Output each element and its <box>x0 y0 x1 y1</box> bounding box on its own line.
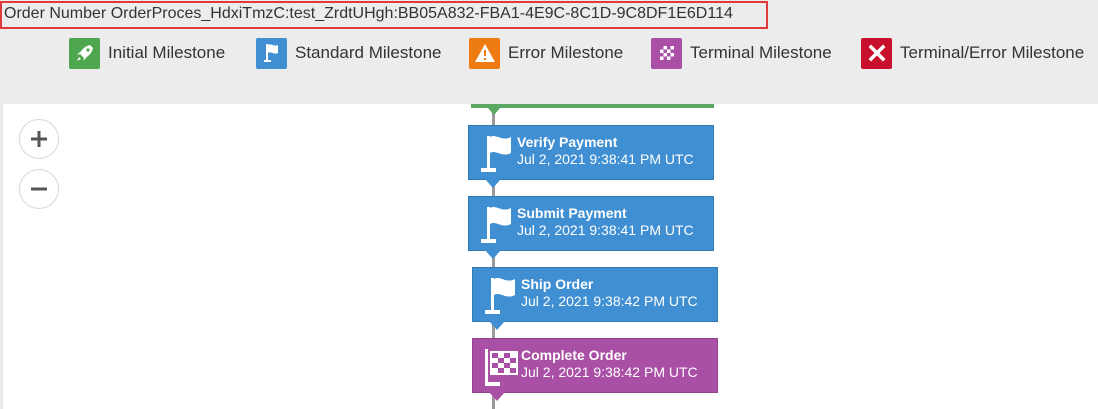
zoom-in-button[interactable] <box>19 119 59 159</box>
flag-icon <box>481 206 511 243</box>
milestone-time: Jul 2, 2021 9:38:41 PM UTC <box>517 151 694 167</box>
milestone-name: Ship Order <box>521 276 594 292</box>
initial-milestone-arrow <box>487 107 501 115</box>
initial-milestone-node-edge <box>471 104 714 108</box>
milestone-time: Jul 2, 2021 9:38:42 PM UTC <box>521 364 698 380</box>
warning-icon <box>469 37 500 69</box>
zoom-out-button[interactable] <box>19 169 59 209</box>
node-arrow <box>485 179 501 188</box>
legend-standard-milestone: Standard Milestone <box>256 37 441 69</box>
checkered-flag-icon <box>485 349 518 386</box>
plus-icon <box>31 131 47 147</box>
node-arrow <box>485 250 501 259</box>
milestone-name: Complete Order <box>521 347 627 363</box>
milestone-name: Verify Payment <box>517 134 618 150</box>
flag-icon <box>485 277 515 314</box>
close-icon <box>861 37 892 69</box>
legend-label: Terminal Milestone <box>690 43 832 62</box>
legend-label: Initial Milestone <box>108 43 226 62</box>
milestone-time: Jul 2, 2021 9:38:41 PM UTC <box>517 222 694 238</box>
node-arrow <box>489 321 505 330</box>
legend-label: Terminal/Error Milestone <box>900 43 1085 62</box>
minus-icon <box>31 187 47 191</box>
checkered-flag-icon <box>651 37 682 69</box>
header: Order Number OrderProces_HdxiTmzC:test_Z… <box>0 0 1098 103</box>
rocket-icon <box>69 37 100 69</box>
legend-initial-milestone: Initial Milestone <box>69 37 225 69</box>
milestone-time: Jul 2, 2021 9:38:42 PM UTC <box>521 293 698 309</box>
node-arrow <box>489 392 505 401</box>
order-title: Order Number OrderProces_HdxiTmzC:test_Z… <box>0 1 768 29</box>
milestone-node[interactable]: Verify Payment Jul 2, 2021 9:38:41 PM UT… <box>468 125 714 188</box>
legend-label: Standard Milestone <box>295 43 442 62</box>
legend-terminal-error-milestone: Terminal/Error Milestone <box>861 37 1084 69</box>
flag-icon <box>256 37 287 69</box>
milestone-node[interactable]: Submit Payment Jul 2, 2021 9:38:41 PM UT… <box>468 196 714 259</box>
milestone-node[interactable]: Complete Order Jul 2, 2021 9:38:42 PM UT… <box>472 338 718 401</box>
flag-icon <box>481 135 511 172</box>
legend-terminal-milestone: Terminal Milestone <box>651 37 832 69</box>
milestone-name: Submit Payment <box>517 205 627 221</box>
milestone-node[interactable]: Ship Order Jul 2, 2021 9:38:42 PM UTC <box>472 267 718 330</box>
legend-label: Error Milestone <box>508 43 624 62</box>
legend-error-milestone: Error Milestone <box>469 37 623 69</box>
